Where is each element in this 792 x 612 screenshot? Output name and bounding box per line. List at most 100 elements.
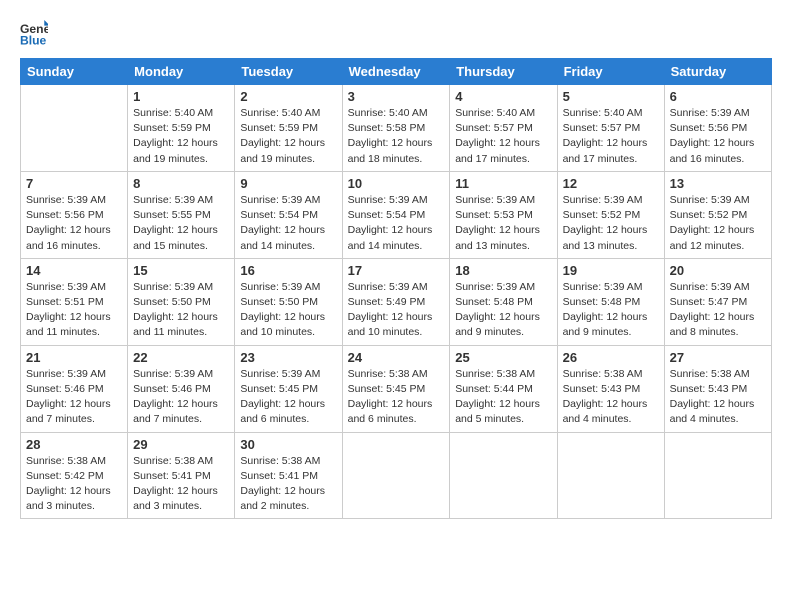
page-header: General Blue (20, 20, 772, 48)
calendar-cell (450, 432, 557, 519)
svg-text:Blue: Blue (20, 33, 47, 47)
calendar-week-row: 14 Sunrise: 5:39 AMSunset: 5:51 PMDayligh… (21, 258, 772, 345)
day-number: 9 (240, 176, 336, 191)
day-number: 7 (26, 176, 122, 191)
day-number: 2 (240, 89, 336, 104)
day-info: Sunrise: 5:40 AMSunset: 5:59 PMDaylight:… (240, 106, 336, 167)
day-number: 11 (455, 176, 551, 191)
day-info: Sunrise: 5:40 AMSunset: 5:57 PMDaylight:… (455, 106, 551, 167)
calendar-header-row: SundayMondayTuesdayWednesdayThursdayFrid… (21, 59, 772, 85)
calendar-cell: 5Sunrise: 5:40 AMSunset: 5:57 PMDaylight… (557, 85, 664, 172)
day-number: 16 (240, 263, 336, 278)
calendar-cell: 30 Sunrise: 5:38 AMSunset: 5:41 PMDayligh… (235, 432, 342, 519)
day-info: Sunrise: 5:39 AMSunset: 5:53 PMDaylight:… (455, 193, 551, 254)
day-info: Sunrise: 5:39 AMSunset: 5:55 PMDaylight:… (133, 193, 229, 254)
day-info: Sunrise: 5:39 AMSunset: 5:46 PMDaylight:… (133, 367, 229, 428)
day-info: Sunrise: 5:39 AMSunset: 5:49 PMDaylight:… (348, 280, 445, 341)
calendar-week-row: 28 Sunrise: 5:38 AMSunset: 5:42 PMDayligh… (21, 432, 772, 519)
day-number: 15 (133, 263, 229, 278)
day-info: Sunrise: 5:39 AMSunset: 5:48 PMDaylight:… (563, 280, 659, 341)
calendar-week-row: 1 Sunrise: 5:40 AMSunset: 5:59 PMDaylight… (21, 85, 772, 172)
calendar-cell: 24 Sunrise: 5:38 AMSunset: 5:45 PMDayligh… (342, 345, 450, 432)
calendar-cell: 28 Sunrise: 5:38 AMSunset: 5:42 PMDayligh… (21, 432, 128, 519)
day-info: Sunrise: 5:39 AMSunset: 5:56 PMDaylight:… (670, 106, 766, 167)
calendar-cell: 14 Sunrise: 5:39 AMSunset: 5:51 PMDayligh… (21, 258, 128, 345)
day-number: 18 (455, 263, 551, 278)
day-number: 13 (670, 176, 766, 191)
calendar-cell: 23 Sunrise: 5:39 AMSunset: 5:45 PMDayligh… (235, 345, 342, 432)
calendar-cell: 11 Sunrise: 5:39 AMSunset: 5:53 PMDayligh… (450, 171, 557, 258)
day-info: Sunrise: 5:39 AMSunset: 5:52 PMDaylight:… (670, 193, 766, 254)
day-info: Sunrise: 5:38 AMSunset: 5:45 PMDaylight:… (348, 367, 445, 428)
day-info: Sunrise: 5:39 AMSunset: 5:56 PMDaylight:… (26, 193, 122, 254)
calendar-cell: 25 Sunrise: 5:38 AMSunset: 5:44 PMDayligh… (450, 345, 557, 432)
calendar-cell: 20Sunrise: 5:39 AMSunset: 5:47 PMDayligh… (664, 258, 771, 345)
calendar-cell (21, 85, 128, 172)
calendar-week-row: 21Sunrise: 5:39 AMSunset: 5:46 PMDayligh… (21, 345, 772, 432)
calendar-cell: 18 Sunrise: 5:39 AMSunset: 5:48 PMDayligh… (450, 258, 557, 345)
day-number: 27 (670, 350, 766, 365)
calendar-cell: 6 Sunrise: 5:39 AMSunset: 5:56 PMDaylight… (664, 85, 771, 172)
calendar-table: SundayMondayTuesdayWednesdayThursdayFrid… (20, 58, 772, 519)
calendar-cell (342, 432, 450, 519)
calendar-cell: 19 Sunrise: 5:39 AMSunset: 5:48 PMDayligh… (557, 258, 664, 345)
calendar-header-friday: Friday (557, 59, 664, 85)
calendar-cell: 10Sunrise: 5:39 AMSunset: 5:54 PMDayligh… (342, 171, 450, 258)
calendar-header-tuesday: Tuesday (235, 59, 342, 85)
calendar-header-wednesday: Wednesday (342, 59, 450, 85)
day-info: Sunrise: 5:39 AMSunset: 5:47 PMDaylight:… (670, 280, 766, 341)
day-number: 5 (563, 89, 659, 104)
day-number: 4 (455, 89, 551, 104)
day-info: Sunrise: 5:39 AMSunset: 5:54 PMDaylight:… (240, 193, 336, 254)
day-info: Sunrise: 5:40 AMSunset: 5:58 PMDaylight:… (348, 106, 445, 167)
logo: General Blue (20, 20, 52, 48)
calendar-header-sunday: Sunday (21, 59, 128, 85)
day-number: 25 (455, 350, 551, 365)
day-number: 10 (348, 176, 445, 191)
day-number: 14 (26, 263, 122, 278)
calendar-cell: 9 Sunrise: 5:39 AMSunset: 5:54 PMDaylight… (235, 171, 342, 258)
day-info: Sunrise: 5:39 AMSunset: 5:51 PMDaylight:… (26, 280, 122, 341)
day-info: Sunrise: 5:38 AMSunset: 5:43 PMDaylight:… (563, 367, 659, 428)
calendar-header-saturday: Saturday (664, 59, 771, 85)
calendar-cell: 26 Sunrise: 5:38 AMSunset: 5:43 PMDayligh… (557, 345, 664, 432)
calendar-cell: 21Sunrise: 5:39 AMSunset: 5:46 PMDayligh… (21, 345, 128, 432)
day-number: 22 (133, 350, 229, 365)
day-number: 30 (240, 437, 336, 452)
calendar-cell (557, 432, 664, 519)
day-info: Sunrise: 5:39 AMSunset: 5:50 PMDaylight:… (133, 280, 229, 341)
day-number: 17 (348, 263, 445, 278)
calendar-cell: 7 Sunrise: 5:39 AMSunset: 5:56 PMDaylight… (21, 171, 128, 258)
day-number: 24 (348, 350, 445, 365)
day-info: Sunrise: 5:38 AMSunset: 5:42 PMDaylight:… (26, 454, 122, 515)
day-info: Sunrise: 5:39 AMSunset: 5:45 PMDaylight:… (240, 367, 336, 428)
calendar-cell: 12 Sunrise: 5:39 AMSunset: 5:52 PMDayligh… (557, 171, 664, 258)
day-number: 29 (133, 437, 229, 452)
day-info: Sunrise: 5:38 AMSunset: 5:44 PMDaylight:… (455, 367, 551, 428)
day-number: 3 (348, 89, 445, 104)
day-number: 23 (240, 350, 336, 365)
day-info: Sunrise: 5:39 AMSunset: 5:52 PMDaylight:… (563, 193, 659, 254)
day-info: Sunrise: 5:38 AMSunset: 5:41 PMDaylight:… (240, 454, 336, 515)
calendar-cell: 15 Sunrise: 5:39 AMSunset: 5:50 PMDayligh… (128, 258, 235, 345)
day-number: 12 (563, 176, 659, 191)
day-info: Sunrise: 5:38 AMSunset: 5:41 PMDaylight:… (133, 454, 229, 515)
day-info: Sunrise: 5:39 AMSunset: 5:46 PMDaylight:… (26, 367, 122, 428)
day-number: 8 (133, 176, 229, 191)
calendar-cell: 27Sunrise: 5:38 AMSunset: 5:43 PMDayligh… (664, 345, 771, 432)
calendar-header-thursday: Thursday (450, 59, 557, 85)
day-info: Sunrise: 5:39 AMSunset: 5:48 PMDaylight:… (455, 280, 551, 341)
day-number: 6 (670, 89, 766, 104)
day-info: Sunrise: 5:39 AMSunset: 5:50 PMDaylight:… (240, 280, 336, 341)
calendar-cell: 1 Sunrise: 5:40 AMSunset: 5:59 PMDaylight… (128, 85, 235, 172)
calendar-header-monday: Monday (128, 59, 235, 85)
day-number: 26 (563, 350, 659, 365)
calendar-week-row: 7 Sunrise: 5:39 AMSunset: 5:56 PMDaylight… (21, 171, 772, 258)
day-number: 19 (563, 263, 659, 278)
calendar-cell: 29 Sunrise: 5:38 AMSunset: 5:41 PMDayligh… (128, 432, 235, 519)
day-number: 28 (26, 437, 122, 452)
day-info: Sunrise: 5:40 AMSunset: 5:59 PMDaylight:… (133, 106, 229, 167)
calendar-cell: 3 Sunrise: 5:40 AMSunset: 5:58 PMDaylight… (342, 85, 450, 172)
day-number: 1 (133, 89, 229, 104)
calendar-cell: 8 Sunrise: 5:39 AMSunset: 5:55 PMDaylight… (128, 171, 235, 258)
